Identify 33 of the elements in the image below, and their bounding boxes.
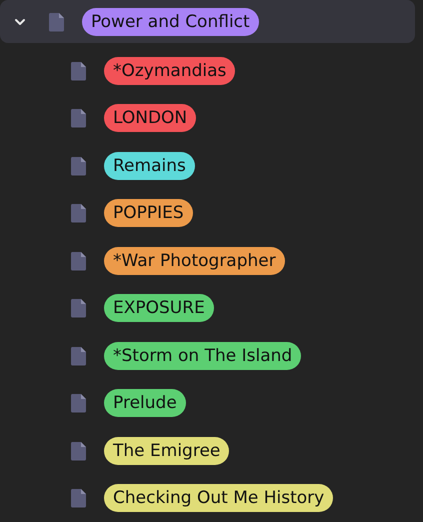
document-icon [70,346,88,366]
tag-label: *War Photographer [104,246,285,274]
tree-item[interactable]: The Emigree [0,429,415,472]
tag-label: Remains [104,152,195,180]
document-icon [70,298,88,318]
document-icon [70,250,88,270]
tree-item[interactable]: LONDON [0,96,415,140]
document-icon [70,60,88,80]
tree-item[interactable]: Remains [0,144,415,187]
tag-label: EXPOSURE [104,294,214,322]
tag-label: Prelude [104,389,186,417]
tag-label: POPPIES [104,199,193,227]
document-icon [70,156,88,176]
tree-item[interactable]: *Storm on The Island [0,334,415,377]
tree-item[interactable]: Prelude [0,382,415,424]
tag-label: The Emigree [104,436,230,464]
tag-label: Checking Out Me History [104,484,334,512]
tree-item[interactable]: Checking Out Me History [0,476,415,520]
tag-label: Power and Conflict [82,8,259,36]
tag-label: LONDON [104,104,196,132]
tag-label: *Ozymandias [104,56,236,84]
document-icon [70,393,88,413]
document-icon [70,488,88,508]
document-icon [70,108,88,128]
tree-item[interactable]: *Ozymandias [0,49,415,92]
tree-item[interactable]: POPPIES [0,192,415,234]
tag-label: *Storm on The Island [104,342,302,370]
tree-item[interactable]: EXPOSURE [0,286,415,330]
document-icon [48,12,66,32]
tree-item[interactable]: *War Photographer [0,239,415,282]
tree-item[interactable]: Power and Conflict [0,0,415,43]
document-icon [70,440,88,460]
document-icon [70,203,88,223]
